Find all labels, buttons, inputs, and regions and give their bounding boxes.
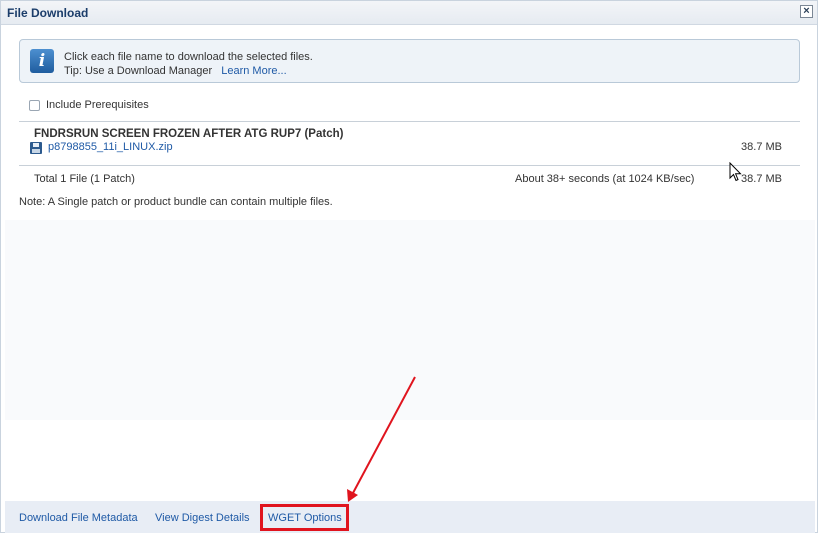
- learn-more-link[interactable]: Learn More...: [221, 65, 286, 77]
- include-prerequisites-checkbox[interactable]: [29, 100, 40, 111]
- floppy-disk-icon: [30, 142, 42, 154]
- total-row: Total 1 File (1 Patch) About 38+ seconds…: [34, 173, 782, 187]
- download-time-estimate: About 38+ seconds (at 1024 KB/sec): [515, 173, 695, 185]
- file-download-dialog: File Download × i Click each file name t…: [0, 0, 818, 533]
- mouse-cursor-icon: [729, 162, 742, 182]
- include-prerequisites-label: Include Prerequisites: [46, 99, 149, 111]
- divider: [19, 121, 800, 122]
- total-label: Total 1 File (1 Patch): [34, 173, 135, 185]
- dialog-title: File Download: [7, 6, 89, 20]
- download-file-metadata-link[interactable]: Download File Metadata: [19, 512, 138, 524]
- content-area: [5, 220, 815, 420]
- info-tip: Tip: Use a Download Manager Learn More..…: [64, 64, 313, 78]
- wget-highlight-box: [260, 504, 349, 531]
- tip-text: Tip: Use a Download Manager: [64, 65, 213, 77]
- dialog-footer: Download File Metadata View Digest Detai…: [5, 501, 815, 533]
- info-instruction: Click each file name to download the sel…: [64, 51, 313, 63]
- view-digest-details-link[interactable]: View Digest Details: [155, 512, 250, 524]
- file-download-link[interactable]: p8798855_11i_LINUX.zip: [48, 141, 173, 153]
- info-text: Click each file name to download the sel…: [64, 50, 313, 78]
- info-message-box: i Click each file name to download the s…: [19, 39, 800, 83]
- note-text: Note: A Single patch or product bundle c…: [19, 196, 333, 208]
- dialog-titlebar: File Download ×: [1, 1, 817, 25]
- close-icon[interactable]: ×: [800, 5, 813, 18]
- info-icon: i: [30, 49, 54, 73]
- patch-title: FNDRSRUN SCREEN FROZEN AFTER ATG RUP7 (P…: [34, 128, 344, 140]
- file-size: 38.7 MB: [741, 141, 782, 153]
- total-size: 38.7 MB: [741, 173, 782, 185]
- divider: [19, 165, 800, 166]
- file-row: p8798855_11i_LINUX.zip 38.7 MB: [30, 141, 782, 155]
